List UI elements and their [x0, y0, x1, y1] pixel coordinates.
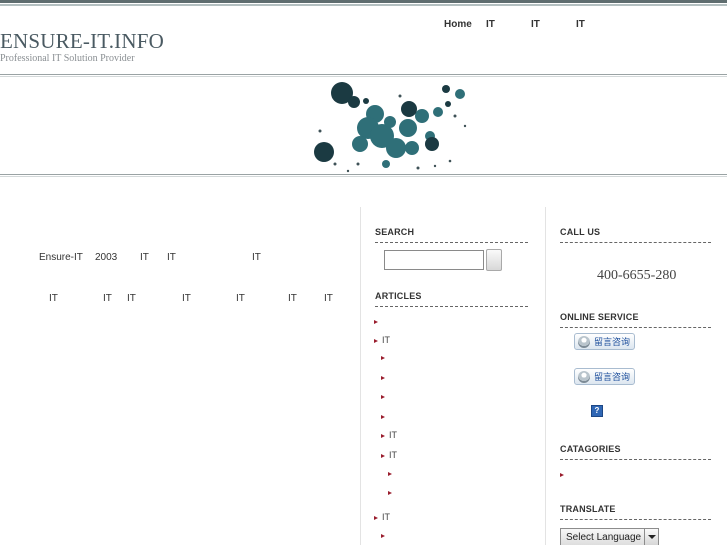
search-button[interactable]	[486, 249, 502, 271]
phone-number: 400-6655-280	[597, 268, 677, 283]
intro-word: IT	[127, 293, 136, 304]
nav-item-home[interactable]: Home	[444, 19, 472, 30]
articles-heading: ARTICLES	[375, 291, 422, 301]
translate-heading: TRANSLATE	[560, 504, 616, 514]
header-divider-bottom	[0, 174, 727, 175]
leave-message-button[interactable]: 留言咨询	[574, 333, 635, 350]
search-heading-divider	[375, 242, 528, 243]
intro-word: IT	[236, 293, 245, 304]
article-link[interactable]	[381, 411, 389, 422]
article-link[interactable]	[381, 352, 389, 363]
site-tagline: Professional IT Solution Provider	[0, 53, 135, 64]
search-input[interactable]	[384, 250, 484, 270]
bullet-arrow-icon	[381, 433, 385, 438]
article-link[interactable]: IT	[374, 335, 390, 346]
article-link[interactable]	[381, 530, 389, 541]
top-border-light	[0, 4, 727, 6]
header-divider-bottom-light	[0, 176, 727, 177]
site-title[interactable]: ENSURE-IT.INFO	[0, 29, 164, 54]
bullet-arrow-icon	[560, 472, 564, 477]
search-heading: SEARCH	[375, 227, 415, 237]
bullet-arrow-icon	[381, 414, 385, 419]
bullet-arrow-icon	[388, 490, 392, 495]
qq-penguin-icon	[578, 370, 590, 383]
bullet-arrow-icon	[374, 338, 378, 343]
article-link[interactable]	[388, 468, 396, 479]
intro-word: IT	[49, 293, 58, 304]
category-link[interactable]	[560, 469, 568, 480]
bullet-arrow-icon	[381, 375, 385, 380]
nav-item-it-3[interactable]: IT	[576, 19, 585, 30]
article-link[interactable]: IT	[381, 450, 397, 461]
articles-heading-divider	[375, 306, 528, 307]
intro-word: IT	[324, 293, 333, 304]
top-border-dark	[0, 0, 727, 3]
article-link[interactable]: IT	[381, 430, 397, 441]
article-link[interactable]	[381, 391, 389, 402]
bullet-arrow-icon	[381, 355, 385, 360]
article-link[interactable]	[388, 487, 396, 498]
bullet-arrow-icon	[374, 319, 378, 324]
intro-word: Ensure-IT	[39, 252, 83, 263]
ink-splatter-banner	[314, 82, 467, 173]
intro-word: IT	[103, 293, 112, 304]
bullet-arrow-icon	[381, 394, 385, 399]
leave-message-button-2[interactable]: 留言咨询	[574, 368, 635, 385]
translate-heading-divider	[560, 519, 711, 520]
intro-word: 2003	[95, 252, 118, 263]
nav-item-it-2[interactable]: IT	[531, 19, 540, 30]
online-service-heading: ONLINE SERVICE	[560, 312, 639, 322]
call-us-heading-divider	[560, 242, 711, 243]
call-us-heading: CALL US	[560, 227, 601, 237]
intro-word: IT	[182, 293, 191, 304]
intro-word: IT	[252, 252, 261, 263]
column-divider-right	[545, 207, 546, 545]
article-link[interactable]	[381, 372, 389, 383]
intro-word: IT	[167, 252, 176, 263]
bullet-arrow-icon	[381, 533, 385, 538]
bullet-arrow-icon	[374, 515, 378, 520]
bullet-arrow-icon	[388, 471, 392, 476]
article-link[interactable]: IT	[374, 512, 390, 523]
language-select[interactable]: Select Language	[560, 528, 659, 545]
help-icon[interactable]: ?	[591, 405, 603, 417]
intro-word: IT	[140, 252, 149, 263]
bullet-arrow-icon	[381, 453, 385, 458]
categories-heading-divider	[560, 459, 711, 460]
nav-item-it-1[interactable]: IT	[486, 19, 495, 30]
qq-penguin-icon	[578, 335, 590, 348]
online-service-heading-divider	[560, 327, 711, 328]
column-divider-left	[360, 207, 361, 545]
header-divider-top	[0, 74, 727, 75]
intro-word: IT	[288, 293, 297, 304]
chevron-down-icon[interactable]	[644, 529, 658, 545]
categories-heading: CATAGORIES	[560, 444, 621, 454]
language-select-value: Select Language	[566, 532, 642, 543]
article-link[interactable]	[374, 316, 382, 327]
